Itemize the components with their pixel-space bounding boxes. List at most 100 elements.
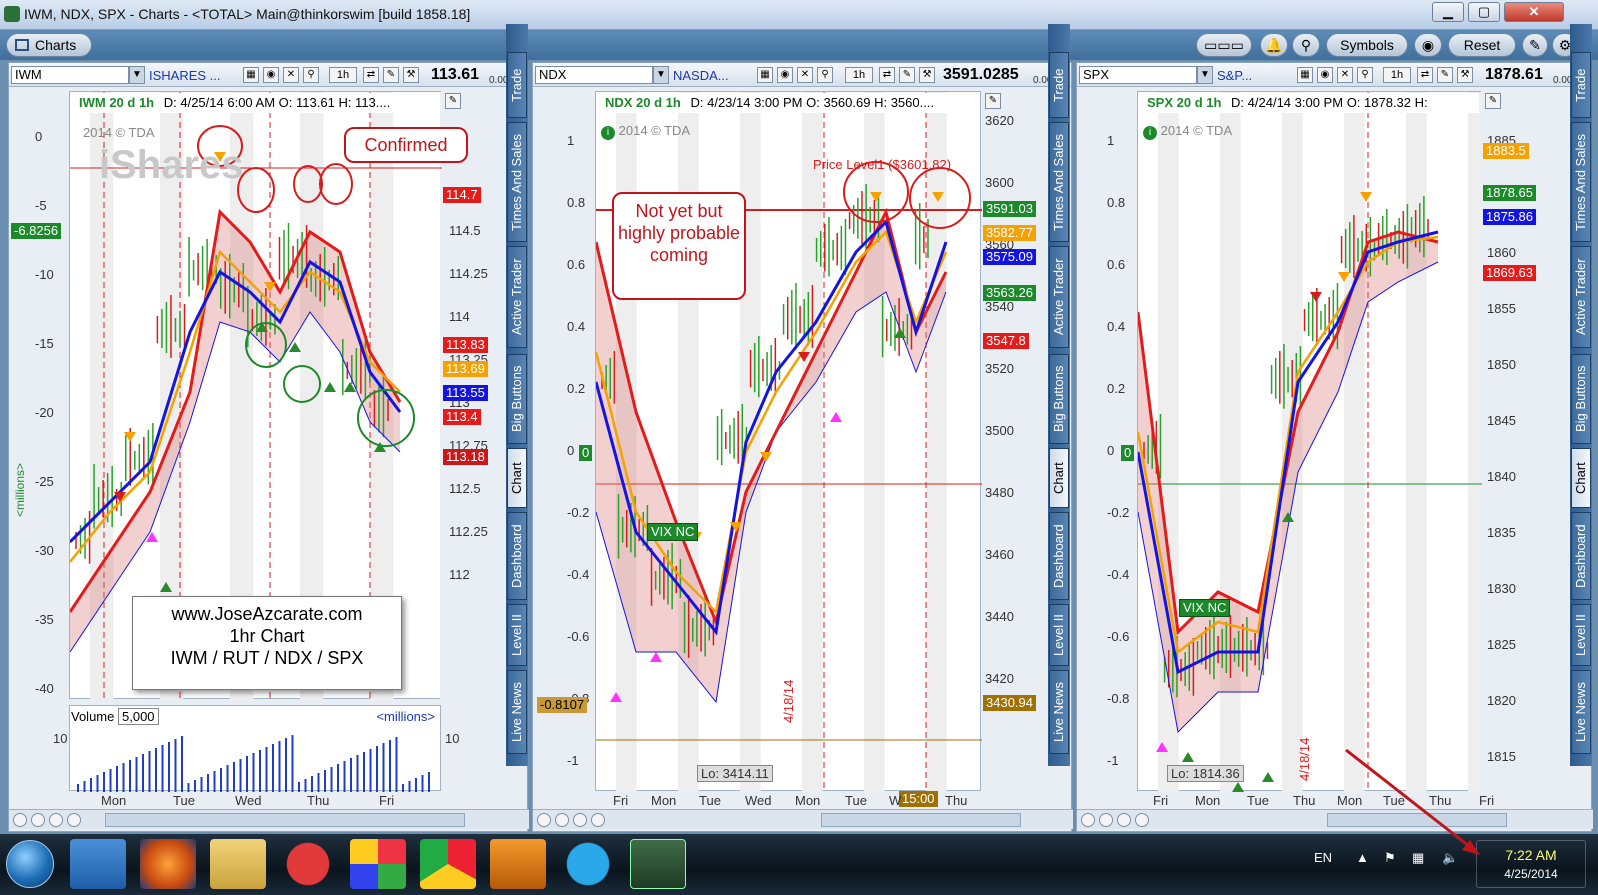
zoom-out-icon[interactable] — [555, 813, 569, 827]
app-two-icon[interactable] — [490, 839, 546, 889]
settings-icon[interactable]: ⚲ — [303, 67, 319, 83]
side-tab-active-trader[interactable]: Active Trader — [1571, 246, 1591, 348]
side-tab-big-buttons[interactable]: Big Buttons — [507, 354, 527, 444]
side-tab-dashboard[interactable]: Dashboard — [1049, 512, 1069, 600]
app-grid-icon[interactable] — [350, 839, 406, 889]
style-button[interactable]: ◉ — [1414, 33, 1442, 57]
studies-icon[interactable]: ◉ — [777, 67, 793, 83]
zoom-out-icon[interactable] — [1099, 813, 1113, 827]
start-button[interactable] — [6, 840, 54, 888]
settings-icon[interactable]: ⚲ — [1357, 67, 1373, 83]
side-tab-times-and-sales[interactable]: Times And Sales — [1049, 122, 1069, 242]
side-tab-live-news[interactable]: Live News — [1571, 670, 1591, 754]
network-icon[interactable]: ▦ — [1412, 850, 1424, 866]
language-indicator[interactable]: EN — [1314, 850, 1332, 865]
zoom-reset-icon[interactable] — [573, 813, 587, 827]
drawing-icon[interactable]: ✕ — [1337, 67, 1353, 83]
symbol-input[interactable]: SPX — [1079, 66, 1197, 84]
side-tab-active-trader[interactable]: Active Trader — [507, 246, 527, 348]
sync-icon[interactable]: ⇄ — [363, 67, 379, 83]
symbol-dropdown[interactable]: ▼ — [1197, 66, 1213, 84]
media-player-icon[interactable] — [70, 839, 126, 889]
zoom-in-icon[interactable] — [13, 813, 27, 827]
aggregation-button[interactable]: 1h — [329, 67, 357, 83]
reset-button[interactable]: Reset — [1448, 33, 1516, 57]
side-tab-big-buttons[interactable]: Big Buttons — [1571, 354, 1591, 444]
minimize-button[interactable]: ▁ — [1432, 2, 1464, 22]
chrome-icon[interactable] — [420, 839, 476, 889]
chart-settings-icon[interactable]: ✎ — [1485, 93, 1501, 109]
system-clock[interactable]: 7:22 AM 4/25/2014 — [1476, 840, 1586, 888]
side-tab-times-and-sales[interactable]: Times And Sales — [507, 122, 527, 242]
side-tab-chart[interactable]: Chart — [1571, 448, 1591, 508]
lock-icon[interactable] — [591, 813, 605, 827]
link-button[interactable]: ⚲ — [1292, 33, 1320, 57]
symbol-dropdown[interactable]: ▼ — [129, 66, 145, 84]
side-tab-trade[interactable]: Trade — [507, 52, 527, 118]
maximize-button[interactable]: ▢ — [1468, 2, 1500, 22]
symbol-dropdown[interactable]: ▼ — [653, 66, 669, 84]
aggregation-button[interactable]: 1h — [845, 67, 873, 83]
side-tab-active-trader[interactable]: Active Trader — [1049, 246, 1069, 348]
style-icon[interactable]: ▦ — [243, 67, 259, 83]
side-tab-trade[interactable]: Trade — [1049, 52, 1069, 118]
wrench-icon[interactable]: ⚒ — [1457, 67, 1473, 83]
symbols-button[interactable]: Symbols — [1326, 33, 1408, 57]
drawing-icon[interactable]: ✕ — [283, 67, 299, 83]
lock-icon[interactable] — [1135, 813, 1149, 827]
symbol-input[interactable]: IWM — [11, 66, 129, 84]
pencil-icon[interactable]: ✎ — [899, 67, 915, 83]
zoom-in-icon[interactable] — [1081, 813, 1095, 827]
horizontal-scrollbar[interactable] — [821, 813, 1021, 827]
chart-settings-icon[interactable]: ✎ — [445, 93, 461, 109]
style-icon[interactable]: ▦ — [1297, 67, 1313, 83]
show-hidden-icons[interactable]: ▲ — [1356, 850, 1369, 865]
pencil-icon[interactable]: ✎ — [383, 67, 399, 83]
skype-icon[interactable] — [560, 839, 616, 889]
wrench-icon[interactable]: ⚒ — [919, 67, 935, 83]
side-tab-live-news[interactable]: Live News — [507, 670, 527, 754]
side-tab-big-buttons[interactable]: Big Buttons — [1049, 354, 1069, 444]
sync-icon[interactable]: ⇄ — [1417, 67, 1433, 83]
lock-icon[interactable] — [67, 813, 81, 827]
price-chart[interactable] — [1136, 91, 1489, 792]
style-icon[interactable]: ▦ — [757, 67, 773, 83]
side-tab-level-ii[interactable]: Level II — [1571, 604, 1591, 666]
studies-icon[interactable]: ◉ — [263, 67, 279, 83]
zoom-reset-icon[interactable] — [49, 813, 63, 827]
chart-settings-icon[interactable]: ✎ — [985, 93, 1001, 109]
zoom-out-icon[interactable] — [31, 813, 45, 827]
wrench-icon[interactable]: ⚒ — [403, 67, 419, 83]
sync-icon[interactable]: ⇄ — [879, 67, 895, 83]
close-button[interactable]: ✕ — [1504, 2, 1564, 22]
horizontal-scrollbar[interactable] — [1327, 813, 1507, 827]
side-tab-chart[interactable]: Chart — [507, 448, 527, 508]
settings-icon[interactable]: ⚲ — [817, 67, 833, 83]
side-tab-level-ii[interactable]: Level II — [507, 604, 527, 666]
horizontal-scrollbar[interactable] — [105, 813, 465, 827]
side-tab-live-news[interactable]: Live News — [1049, 670, 1069, 754]
zoom-reset-icon[interactable] — [1117, 813, 1131, 827]
side-tab-chart[interactable]: Chart — [1049, 448, 1069, 508]
layout-grid-button[interactable]: ▭▭▭ — [1196, 33, 1252, 57]
symbol-input[interactable]: NDX — [535, 66, 653, 84]
aggregation-button[interactable]: 1h — [1383, 67, 1411, 83]
side-tab-dashboard[interactable]: Dashboard — [507, 512, 527, 600]
side-tab-times-and-sales[interactable]: Times And Sales — [1571, 122, 1591, 242]
drawing-tools-button[interactable]: ✎ — [1522, 33, 1548, 57]
zoom-in-icon[interactable] — [537, 813, 551, 827]
file-explorer-icon[interactable] — [210, 839, 266, 889]
thinkorswim-taskbar-icon[interactable] — [630, 839, 686, 889]
charts-tab[interactable]: Charts — [6, 33, 92, 57]
action-center-flag-icon[interactable]: ⚑ — [1384, 850, 1396, 866]
side-tab-trade[interactable]: Trade — [1571, 52, 1591, 118]
studies-icon[interactable]: ◉ — [1317, 67, 1333, 83]
firefox-icon[interactable] — [140, 839, 196, 889]
side-tab-dashboard[interactable]: Dashboard — [1571, 512, 1591, 600]
volume-icon[interactable]: 🔈 — [1442, 850, 1458, 866]
alerts-button[interactable]: 🔔 — [1260, 33, 1288, 57]
side-tab-level-ii[interactable]: Level II — [1049, 604, 1069, 666]
pencil-icon[interactable]: ✎ — [1437, 67, 1453, 83]
drawing-icon[interactable]: ✕ — [797, 67, 813, 83]
pinterest-icon[interactable] — [280, 839, 336, 889]
